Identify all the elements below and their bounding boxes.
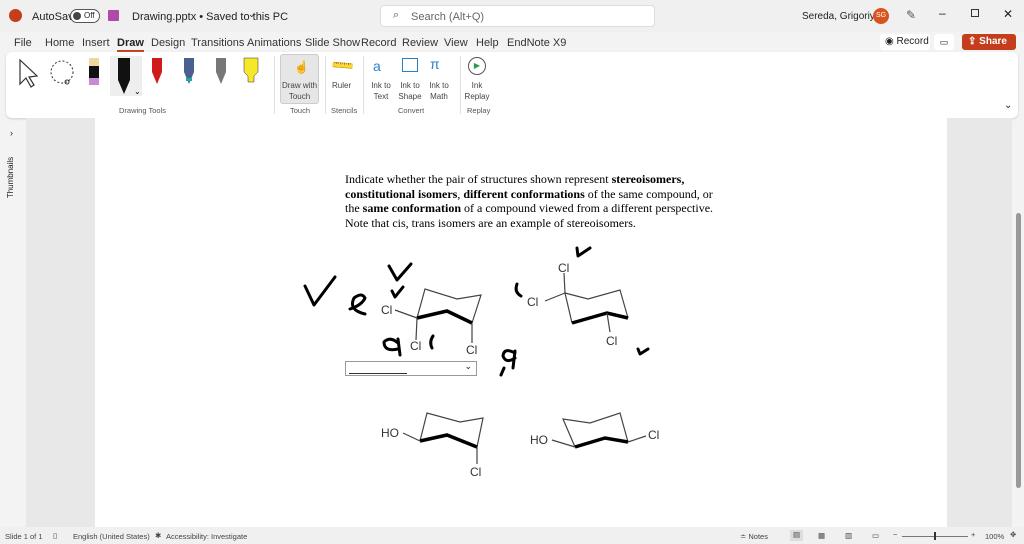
accessibility-status[interactable]: Accessibility: Investigate (166, 532, 247, 541)
chair-4 (551, 412, 647, 449)
label-cl: Cl (558, 261, 569, 275)
answer-dropdown[interactable]: ⌄ (345, 361, 477, 376)
zoom-in-button[interactable]: + (971, 530, 975, 539)
chair-3 (402, 412, 484, 464)
label-cl: Cl (410, 339, 421, 353)
notes-button[interactable]: ≐ Notes (740, 532, 768, 541)
zoom-out-button[interactable]: − (893, 530, 897, 539)
slideshow-button[interactable]: ▭ (872, 531, 879, 540)
scrollbar-thumb[interactable] (1016, 213, 1021, 488)
label-cl: Cl (381, 303, 392, 317)
normal-view-button[interactable]: ▤ (790, 530, 803, 541)
label-ho: HO (381, 426, 399, 440)
status-bar: Slide 1 of 1 ▯ English (United States) ✱… (0, 527, 1024, 544)
chevron-down-icon: ⌄ (464, 361, 472, 371)
fit-to-window-icon[interactable]: ✥ (1010, 530, 1016, 539)
label-cl: Cl (648, 428, 659, 442)
slide-sorter-button[interactable]: ▦ (818, 531, 825, 540)
spelling-icon[interactable]: ▯ (53, 531, 57, 540)
structures-drawing: Cl Cl Cl Cl Cl Cl HO Cl HO Cl (303, 246, 659, 479)
label-cl: Cl (466, 343, 477, 357)
vertical-scrollbar[interactable] (1012, 118, 1024, 527)
accessibility-icon: ✱ (155, 531, 162, 540)
label-cl: Cl (606, 334, 617, 348)
chair-2 (544, 272, 629, 333)
notes-label: Notes (748, 532, 768, 541)
zoom-slider-thumb[interactable] (934, 532, 936, 540)
label-cl: Cl (527, 295, 538, 309)
reading-view-button[interactable]: ▥ (845, 531, 852, 540)
zoom-level[interactable]: 100% (985, 532, 1004, 541)
label-cl: Cl (470, 465, 481, 479)
chair-1 (394, 288, 482, 343)
language-status[interactable]: English (United States) (73, 532, 150, 541)
slide-counter: Slide 1 of 1 (5, 532, 43, 541)
label-ho: HO (530, 433, 548, 447)
